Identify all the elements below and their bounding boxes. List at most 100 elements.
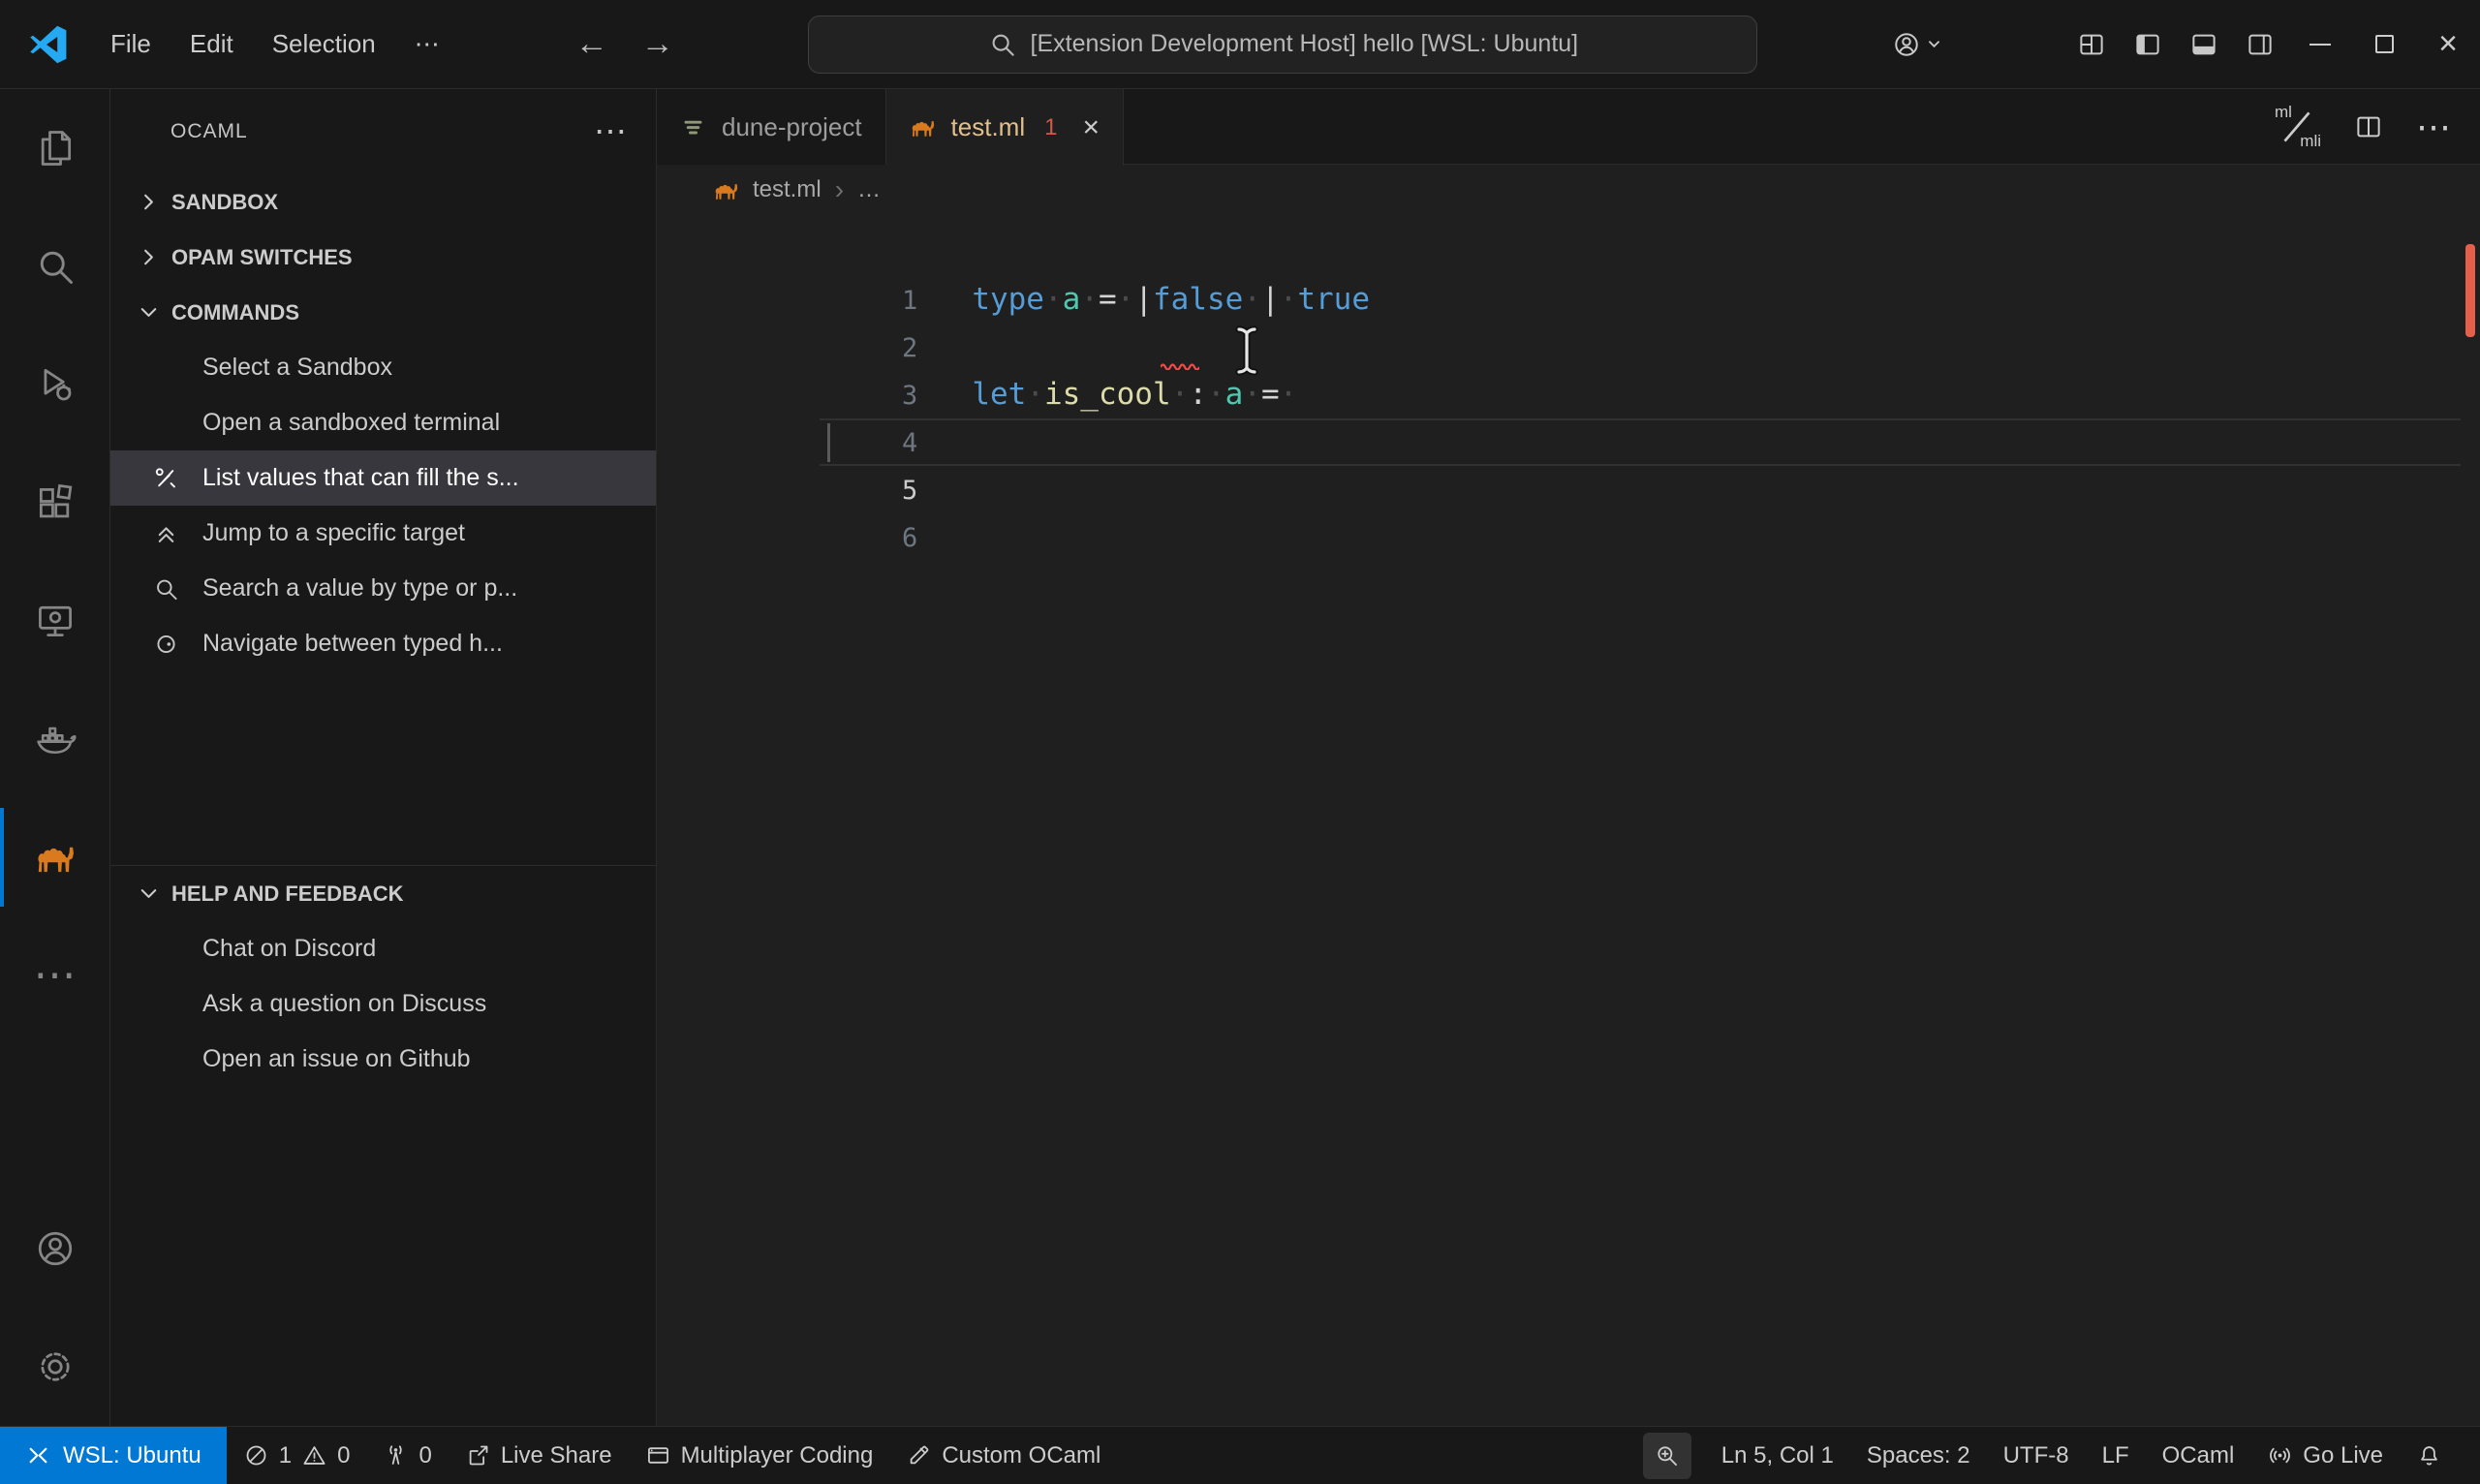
chevron-down-icon — [1929, 41, 1939, 48]
maximize-icon — [2374, 35, 2394, 53]
accounts-button[interactable] — [1892, 30, 1947, 59]
breadcrumb: test.ml › … — [657, 165, 2480, 215]
menu-selection[interactable]: Selection — [253, 19, 395, 69]
help-ask-discuss[interactable]: Ask a question on Discuss — [110, 976, 656, 1032]
problems-status[interactable]: 1 0 — [227, 1427, 367, 1484]
section-sandbox[interactable]: SANDBOX — [110, 174, 656, 230]
help-chat-discord[interactable]: Chat on Discord — [110, 921, 656, 976]
typed-holes-icon — [157, 634, 175, 653]
eol-status[interactable]: LF — [2086, 1442, 2146, 1469]
ports-status[interactable]: 0 — [366, 1427, 448, 1484]
chevron-right-icon — [144, 249, 153, 265]
maximize-button[interactable] — [2352, 0, 2416, 89]
zoom-status[interactable] — [1642, 1432, 1691, 1479]
breadcrumb-file[interactable]: test.ml — [753, 176, 822, 203]
status-bar: WSL: Ubuntu 1 0 0 Live Share Multiplayer… — [0, 1426, 2480, 1484]
sidebar-empty-space — [110, 671, 656, 865]
command-list-values[interactable]: List values that can fill the s... — [110, 450, 656, 506]
command-label: Open a sandboxed terminal — [202, 409, 501, 436]
command-label: Navigate between typed h... — [202, 630, 503, 657]
language-mode-status[interactable]: OCaml — [2146, 1442, 2251, 1469]
tab-dune-project[interactable]: dune-project — [657, 89, 886, 165]
multiplayer-status[interactable]: Multiplayer Coding — [629, 1427, 890, 1484]
encoding-status[interactable]: UTF-8 — [1987, 1442, 2086, 1469]
tab-test-ml[interactable]: test.ml 1 × — [885, 89, 1125, 166]
activity-ocaml[interactable] — [0, 798, 109, 916]
status-bar-left: WSL: Ubuntu 1 0 0 Live Share Multiplayer… — [0, 1427, 1117, 1484]
sidebar-more-actions-icon[interactable]: ⋯ — [594, 114, 627, 148]
go-live-label: Go Live — [2303, 1441, 2383, 1469]
notifications-status[interactable] — [2400, 1442, 2459, 1469]
title-bar-left: File Edit Selection ⋯ — [0, 19, 459, 69]
activity-settings[interactable] — [0, 1308, 109, 1426]
help-label: Chat on Discord — [202, 935, 377, 962]
command-jump-to-target[interactable]: Jump to a specific target — [110, 506, 656, 561]
section-opam-switches[interactable]: OPAM SWITCHES — [110, 230, 656, 285]
more-actions-icon[interactable]: ⋯ — [2416, 108, 2451, 143]
activity-explorer[interactable] — [0, 89, 109, 207]
breadcrumb-symbol[interactable]: … — [857, 176, 881, 203]
minimize-button[interactable] — [2288, 0, 2352, 89]
command-center-search[interactable]: [Extension Development Host] hello [WSL:… — [808, 15, 1758, 74]
customize-layout-button[interactable] — [2063, 0, 2120, 89]
error-icon — [246, 1445, 266, 1466]
toggle-panel-button[interactable] — [2176, 0, 2232, 89]
gear-icon — [40, 1352, 70, 1381]
go-live-status[interactable]: Go Live — [2250, 1442, 2400, 1469]
indentation-status[interactable]: Spaces: 2 — [1850, 1442, 1987, 1469]
vscode-logo-icon — [30, 25, 67, 63]
activity-more[interactable]: ⋯ — [0, 916, 109, 1035]
activity-run-debug[interactable] — [0, 325, 109, 444]
layout-sidebar-left-icon — [2136, 34, 2159, 54]
remote-indicator[interactable]: WSL: Ubuntu — [0, 1427, 227, 1484]
command-label: Jump to a specific target — [202, 519, 465, 546]
editor-actions: ml mli ⋯ — [2273, 89, 2480, 164]
nav-forward-button[interactable]: → — [641, 25, 674, 63]
toggle-primary-sidebar-button[interactable] — [2120, 0, 2176, 89]
activity-accounts[interactable] — [0, 1190, 109, 1308]
docker-icon — [36, 727, 76, 755]
activity-extensions[interactable] — [0, 444, 109, 562]
split-editor-icon[interactable] — [2354, 112, 2383, 141]
activity-remote-explorer[interactable] — [0, 562, 109, 680]
ml-label: ml — [2275, 102, 2292, 121]
command-navigate-typed-holes[interactable]: Navigate between typed h... — [110, 616, 656, 671]
section-commands[interactable]: COMMANDS — [110, 285, 656, 340]
activity-bar-spacer — [0, 1035, 109, 1190]
close-tab-icon[interactable]: × — [1082, 112, 1100, 142]
ocaml-camel-icon — [37, 847, 74, 873]
command-open-sandboxed-terminal[interactable]: Open a sandboxed terminal — [110, 395, 656, 450]
spaces-label: Spaces: 2 — [1866, 1441, 1970, 1469]
menu-file[interactable]: File — [91, 19, 170, 69]
menu-overflow[interactable]: ⋯ — [395, 19, 459, 69]
live-share-status[interactable]: Live Share — [449, 1427, 629, 1484]
dune-file-icon — [684, 120, 702, 134]
status-bar-right: Ln 5, Col 1 Spaces: 2 UTF-8 LF OCaml Go … — [1642, 1427, 2480, 1484]
vscode-window: File Edit Selection ⋯ ← → [Extension Dev… — [0, 0, 2480, 1484]
section-label: SANDBOX — [171, 189, 279, 214]
toggle-secondary-sidebar-button[interactable] — [2232, 0, 2288, 89]
command-select-sandbox[interactable]: Select a Sandbox — [110, 340, 656, 395]
help-open-issue-github[interactable]: Open an issue on Github — [110, 1032, 656, 1087]
ml-mli-switch-button[interactable]: ml mli — [2273, 103, 2321, 151]
cursor-position-status[interactable]: Ln 5, Col 1 — [1705, 1442, 1850, 1469]
custom-ocaml-status[interactable]: Custom OCaml — [889, 1427, 1117, 1484]
line-number: 6 — [902, 523, 918, 553]
sidebar-header: OCAML ⋯ — [110, 89, 656, 174]
section-help-feedback[interactable]: HELP AND FEEDBACK — [110, 866, 656, 921]
activity-docker[interactable] — [0, 680, 109, 798]
menu-edit[interactable]: Edit — [170, 19, 253, 69]
command-search-value[interactable]: Search a value by type or p... — [110, 561, 656, 616]
nav-back-button[interactable]: ← — [575, 25, 608, 63]
tab-label: dune-project — [722, 111, 862, 141]
more-icon: ⋯ — [33, 951, 77, 999]
tab-problems-badge: 1 — [1044, 113, 1058, 140]
search-icon — [157, 579, 177, 600]
remote-icon — [29, 1447, 47, 1464]
live-share-icon — [469, 1445, 488, 1466]
tab-label: test.ml — [950, 112, 1026, 141]
close-window-button[interactable]: × — [2416, 0, 2480, 89]
zoom-in-icon — [1658, 1446, 1678, 1466]
activity-search[interactable] — [0, 207, 109, 325]
code-area[interactable]: 1 type·a·=·|false·|·true 2 3 let·is_cool·:… — [657, 215, 2480, 553]
